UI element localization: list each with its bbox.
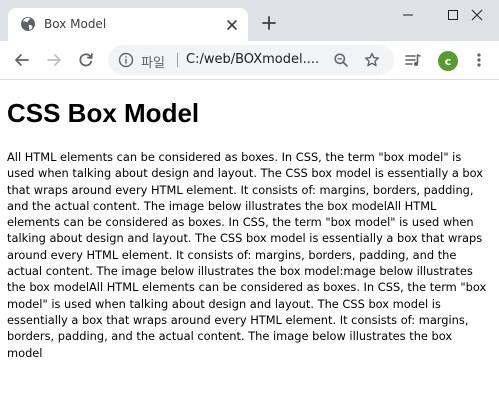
minimize-icon[interactable]: [385, 0, 430, 30]
forward-arrow-icon[interactable]: [45, 51, 63, 69]
tab-title: Box Model: [44, 17, 107, 31]
address-url[interactable]: C:/web/BOXmodel....: [186, 52, 319, 67]
info-icon[interactable]: [118, 52, 134, 68]
address-separator: [177, 53, 178, 67]
toolbar: 파일 C:/web/BOXmodel.... c: [0, 41, 499, 80]
address-scheme: 파일: [141, 56, 165, 71]
close-icon[interactable]: [225, 17, 239, 31]
globe-icon: [20, 16, 36, 32]
tab-strip: Box Model: [0, 0, 499, 41]
browser-window: Box Model 파일 C:/web/BOXmodel.... c CSS B…: [0, 0, 499, 404]
back-arrow-icon[interactable]: [13, 51, 31, 69]
new-tab-icon[interactable]: [261, 15, 277, 31]
profile-avatar[interactable]: c: [438, 51, 458, 71]
star-icon[interactable]: [364, 52, 380, 68]
tab-box-model[interactable]: Box Model: [8, 8, 248, 41]
reload-icon[interactable]: [77, 51, 95, 69]
address-bar[interactable]: 파일 C:/web/BOXmodel....: [108, 45, 394, 75]
window-close-icon[interactable]: [454, 0, 499, 30]
more-vertical-icon[interactable]: [470, 51, 488, 69]
media-control-icon[interactable]: [404, 51, 422, 69]
page-paragraph: All HTML elements can be considered as b…: [7, 150, 487, 360]
page-title: CSS Box Model: [7, 98, 200, 128]
zoom-icon[interactable]: [333, 52, 349, 68]
page-content: CSS Box Model All HTML elements can be c…: [0, 80, 499, 404]
